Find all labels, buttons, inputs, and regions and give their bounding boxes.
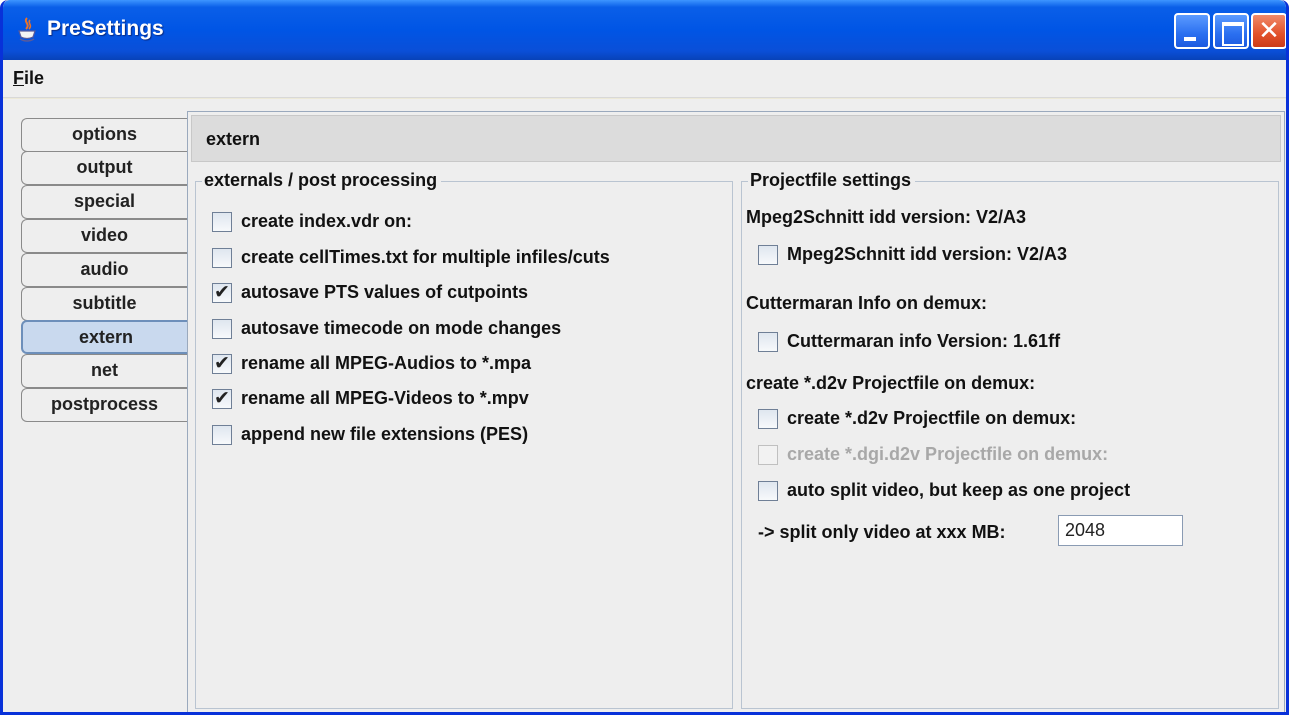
checkbox[interactable]: [212, 247, 232, 268]
option-label: create cellTimes.txt for multiple infile…: [241, 247, 610, 267]
option-auto-split[interactable]: auto split video, but keep as one projec…: [758, 480, 1130, 501]
option-rename-audios[interactable]: ✔ rename all MPEG-Audios to *.mpa: [212, 351, 532, 374]
tab-audio[interactable]: audio: [21, 253, 187, 287]
checkbox[interactable]: [212, 211, 232, 232]
close-icon: ✕: [1258, 16, 1280, 46]
option-cuttermaran[interactable]: Cuttermaran info Version: 1.61ff: [758, 331, 1060, 352]
check-mark-icon: ✔: [214, 386, 230, 409]
split-size-label: -> split only video at xxx MB:: [758, 522, 1006, 542]
option-label: rename all MPEG-Videos to *.mpv: [241, 388, 529, 408]
tab-special[interactable]: special: [21, 185, 187, 219]
checkbox[interactable]: [212, 318, 232, 339]
checkbox[interactable]: ✔: [212, 280, 232, 303]
checkbox[interactable]: [758, 480, 778, 501]
externals-group-title: externals / post processing: [202, 170, 442, 191]
tab-output[interactable]: output: [21, 151, 187, 185]
checkbox[interactable]: [758, 408, 778, 429]
option-create-index-vdr[interactable]: create index.vdr on:: [212, 211, 412, 232]
java-app-icon: [18, 17, 36, 42]
option-label: append new file extensions (PES): [241, 424, 529, 444]
minimize-button[interactable]: [1174, 13, 1210, 49]
window-title: PreSettings: [47, 17, 164, 40]
tab-video[interactable]: video: [21, 219, 187, 253]
checkbox[interactable]: [758, 444, 778, 465]
checkbox[interactable]: [212, 424, 232, 445]
close-button[interactable]: ✕: [1251, 13, 1286, 49]
option-rename-videos[interactable]: ✔ rename all MPEG-Videos to *.mpv: [212, 386, 529, 409]
option-create-d2v[interactable]: create *.d2v Projectfile on demux:: [758, 408, 1076, 429]
panel-header: extern: [191, 115, 1281, 162]
maximize-button[interactable]: [1213, 13, 1249, 49]
option-create-celltimes[interactable]: create cellTimes.txt for multiple infile…: [212, 247, 610, 268]
d2v-label: create *.d2v Projectfile on demux:: [746, 373, 1036, 393]
option-label: rename all MPEG-Audios to *.mpa: [241, 353, 532, 373]
option-autosave-pts[interactable]: ✔ autosave PTS values of cutpoints: [212, 280, 529, 303]
check-mark-icon: ✔: [214, 351, 230, 374]
option-autosave-timecode[interactable]: autosave timecode on mode changes: [212, 318, 561, 339]
option-append-extensions[interactable]: append new file extensions (PES): [212, 424, 528, 445]
option-create-dgi-d2v[interactable]: create *.dgi.d2v Projectfile on demux:: [758, 444, 1108, 465]
option-label: create *.d2v Projectfile on demux:: [787, 408, 1077, 428]
content-area: options output special video audio subti…: [3, 99, 1286, 712]
tab-postprocess[interactable]: postprocess: [21, 388, 187, 422]
checkbox[interactable]: ✔: [212, 351, 232, 374]
tab-subtitle[interactable]: subtitle: [21, 287, 187, 321]
option-label: create index.vdr on:: [241, 211, 413, 231]
mpeg2schnitt-label: Mpeg2Schnitt idd version: V2/A3: [746, 207, 1027, 227]
checkbox[interactable]: [758, 244, 778, 265]
presettings-window: PreSettings ✕ File options output specia…: [0, 0, 1289, 715]
checkbox[interactable]: [758, 331, 778, 352]
externals-group: externals / post processing create index…: [195, 170, 733, 709]
checkbox[interactable]: ✔: [212, 386, 232, 409]
option-label: Mpeg2Schnitt idd version: V2/A3: [787, 244, 1068, 264]
option-label: Cuttermaran info Version: 1.61ff: [787, 331, 1061, 351]
extern-panel: extern externals / post processing creat…: [187, 111, 1285, 712]
menu-file[interactable]: File: [13, 68, 44, 89]
tab-extern[interactable]: extern: [21, 320, 189, 354]
option-label: create *.dgi.d2v Projectfile on demux:: [787, 444, 1109, 464]
projectfile-group: Projectfile settings Mpeg2Schnitt idd ve…: [741, 170, 1279, 709]
option-label: autosave PTS values of cutpoints: [241, 282, 529, 302]
projectfile-group-title: Projectfile settings: [748, 170, 916, 191]
menu-bar: File: [3, 60, 1286, 98]
cuttermaran-label: Cuttermaran Info on demux:: [746, 293, 988, 313]
split-size-input[interactable]: 2048: [1058, 515, 1183, 546]
option-mpeg2schnitt[interactable]: Mpeg2Schnitt idd version: V2/A3: [758, 244, 1067, 265]
option-label: auto split video, but keep as one projec…: [787, 480, 1131, 500]
tab-net[interactable]: net: [21, 354, 187, 388]
check-mark-icon: ✔: [214, 280, 230, 303]
menu-file-mnemonic: F: [13, 68, 24, 88]
tab-options[interactable]: options: [21, 118, 187, 152]
title-bar[interactable]: PreSettings ✕: [3, 0, 1286, 60]
menu-file-label: ile: [24, 68, 45, 88]
option-label: autosave timecode on mode changes: [241, 318, 562, 338]
